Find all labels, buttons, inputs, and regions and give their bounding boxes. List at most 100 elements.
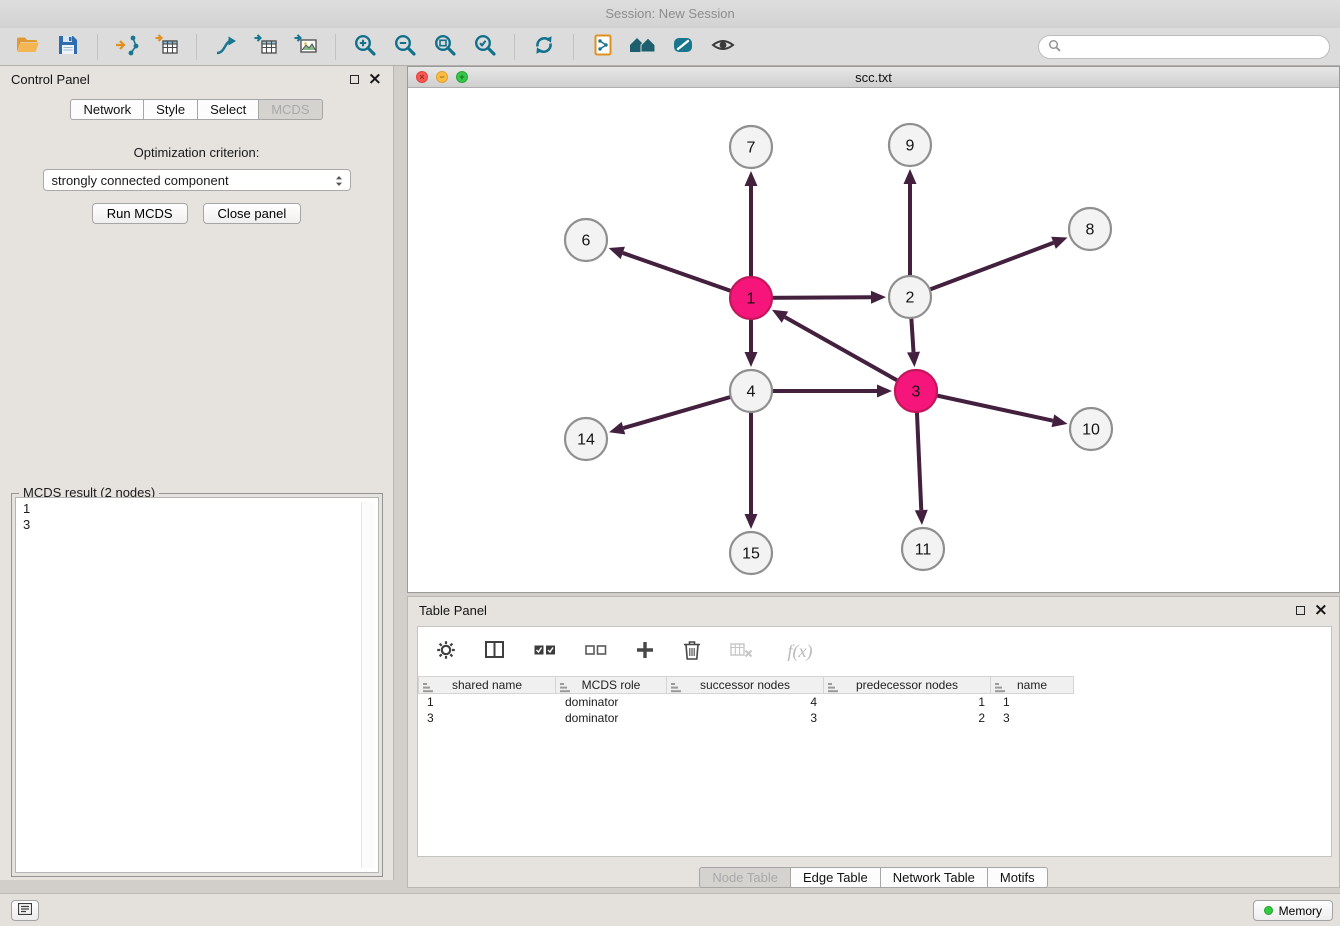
mcds-result-list[interactable]: 13 [15, 497, 379, 873]
apply-style-button[interactable] [665, 31, 701, 63]
network-window-titlebar[interactable]: × − + scc.txt [408, 67, 1339, 88]
graph-node-15[interactable]: 15 [730, 532, 772, 574]
zoom-fit-button[interactable] [427, 31, 463, 63]
table-row[interactable]: 1dominator411 [418, 694, 1331, 710]
table-cell[interactable]: 4 [668, 694, 826, 710]
table-cell[interactable]: 3 [418, 710, 556, 726]
window-close-button[interactable]: × [416, 71, 428, 83]
table-cell[interactable]: dominator [556, 710, 668, 726]
task-history-button[interactable] [11, 900, 39, 921]
close-panel-icon[interactable]: × [368, 72, 382, 86]
mcds-result-item[interactable]: 1 [23, 501, 371, 517]
column-header-shared-name[interactable]: shared name [418, 676, 556, 694]
float-panel-icon[interactable] [350, 75, 359, 84]
graph-node-label: 10 [1082, 422, 1100, 439]
status-bar: Memory [0, 893, 1340, 926]
column-header-MCDS-role[interactable]: MCDS role [555, 676, 667, 694]
close-panel-button[interactable]: Close panel [203, 203, 302, 224]
table-row[interactable]: 3dominator323 [418, 710, 1331, 726]
tab-select[interactable]: Select [197, 99, 259, 120]
table-cell[interactable]: dominator [556, 694, 668, 710]
deselect-all-button[interactable] [583, 636, 609, 668]
import-network-button[interactable] [109, 31, 145, 63]
window-maximize-button[interactable]: + [456, 71, 468, 83]
zoom-out-button[interactable] [387, 31, 423, 63]
table-cell[interactable]: 3 [668, 710, 826, 726]
column-header-successor-nodes[interactable]: successor nodes [666, 676, 824, 694]
graph-edge-2-8[interactable] [910, 243, 1054, 297]
table-settings-button[interactable] [434, 636, 458, 668]
graph-node-7[interactable]: 7 [730, 126, 772, 168]
graph-node-14[interactable]: 14 [565, 418, 607, 460]
node-table-container: f(x) shared nameMCDS rolesuccessor nodes… [417, 626, 1332, 857]
mcds-result-item[interactable]: 3 [23, 517, 371, 533]
split-view-button[interactable] [483, 636, 507, 668]
window-minimize-button[interactable]: − [436, 71, 448, 83]
graph-node-1[interactable]: 1 [730, 277, 772, 319]
window-titlebar[interactable]: Session: New Session [0, 0, 1340, 28]
split-columns-icon [485, 641, 505, 662]
graph-node-label: 3 [912, 384, 921, 401]
network-canvas[interactable]: 7 9 6 8 1 2 4 3 14 10 15 11 [408, 88, 1339, 592]
toolbar-separator [97, 34, 98, 60]
graph-node-11[interactable]: 11 [902, 528, 944, 570]
function-builder-button[interactable]: f(x) [781, 636, 819, 668]
node-table-body: 1dominator4113dominator323 [418, 694, 1331, 726]
tab-mcds[interactable]: MCDS [258, 99, 322, 120]
search-box[interactable] [1038, 35, 1330, 59]
graph-edge-arrow [609, 422, 625, 434]
table-cell[interactable]: 2 [826, 710, 994, 726]
tab-network[interactable]: Network [70, 99, 144, 120]
table-cell[interactable]: 1 [994, 694, 1078, 710]
show-hide-graphics-button[interactable] [705, 31, 741, 63]
network-graph-canvas[interactable]: 7 9 6 8 1 2 4 3 14 10 15 11 [408, 88, 1339, 592]
home-layouts-button[interactable] [625, 31, 661, 63]
add-row-button[interactable] [634, 636, 656, 668]
zoom-in-button[interactable] [347, 31, 383, 63]
table-cell[interactable]: 3 [994, 710, 1078, 726]
column-header-predecessor-nodes[interactable]: predecessor nodes [823, 676, 991, 694]
annotations-button[interactable] [585, 31, 621, 63]
toolbar-separator [573, 34, 574, 60]
graph-node-3[interactable]: 3 [895, 370, 937, 412]
float-panel-icon[interactable] [1296, 606, 1305, 615]
memory-button[interactable]: Memory [1253, 900, 1333, 921]
window-title: Session: New Session [605, 6, 734, 21]
tab-network-table[interactable]: Network Table [880, 867, 988, 888]
table-cell[interactable]: 1 [418, 694, 556, 710]
select-all-button[interactable] [532, 636, 558, 668]
table-cell[interactable]: 1 [826, 694, 994, 710]
delete-row-button[interactable] [681, 636, 703, 668]
save-session-button[interactable] [50, 31, 86, 63]
graph-node-label: 2 [906, 290, 915, 307]
search-input[interactable] [1067, 40, 1320, 54]
column-header-name[interactable]: name [990, 676, 1074, 694]
graph-edge-arrow [1051, 237, 1067, 249]
refresh-layout-button[interactable] [526, 31, 562, 63]
graph-node-6[interactable]: 6 [565, 219, 607, 261]
result-scrollbar[interactable] [361, 502, 374, 868]
open-session-button[interactable] [10, 31, 46, 63]
export-table-button[interactable] [248, 31, 284, 63]
graph-node-2[interactable]: 2 [889, 276, 931, 318]
import-table-button[interactable] [149, 31, 185, 63]
graph-node-4[interactable]: 4 [730, 370, 772, 412]
export-image-button[interactable] [288, 31, 324, 63]
graph-node-8[interactable]: 8 [1069, 208, 1111, 250]
plus-icon [636, 641, 654, 662]
close-panel-icon[interactable]: × [1314, 603, 1328, 617]
tab-motifs[interactable]: Motifs [987, 867, 1048, 888]
column-sort-icon [671, 681, 681, 697]
zoom-selected-button[interactable] [467, 31, 503, 63]
graph-edge-3-1[interactable] [785, 317, 916, 391]
graph-node-10[interactable]: 10 [1070, 408, 1112, 450]
tab-style[interactable]: Style [143, 99, 198, 120]
graph-node-label: 9 [906, 138, 915, 155]
delete-table-button[interactable] [728, 636, 756, 668]
criterion-dropdown[interactable]: strongly connected component [43, 169, 351, 191]
graph-node-9[interactable]: 9 [889, 124, 931, 166]
export-network-button[interactable] [208, 31, 244, 63]
run-mcds-button[interactable]: Run MCDS [92, 203, 188, 224]
tab-edge-table[interactable]: Edge Table [790, 867, 881, 888]
tab-node-table[interactable]: Node Table [699, 867, 791, 888]
